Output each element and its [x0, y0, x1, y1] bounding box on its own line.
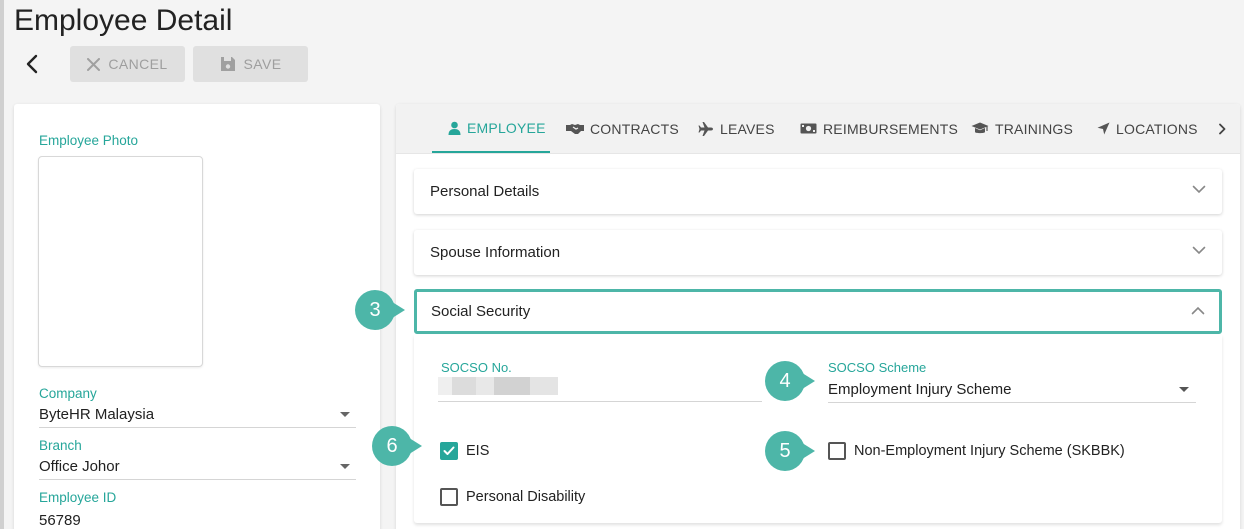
chevron-up-icon [1191, 306, 1205, 315]
checkbox-unchecked[interactable] [828, 442, 846, 460]
airplane-icon [698, 121, 713, 136]
employee-photo[interactable] [38, 156, 203, 367]
cancel-button-label: CANCEL [108, 56, 168, 72]
callout-6: 6 [372, 426, 422, 466]
chevron-down-icon [1192, 246, 1206, 255]
tab-leaves[interactable]: LEAVES [698, 104, 775, 153]
branch-value: Office Johor [39, 458, 120, 475]
skbbk-label: Non-Employment Injury Scheme (SKBBK) [854, 443, 1125, 459]
socso-no-input[interactable] [438, 377, 558, 395]
chevron-left-icon [26, 54, 38, 74]
socso-no-label: SOCSO No. [441, 360, 512, 375]
tab-employee[interactable]: EMPLOYEE [432, 104, 550, 153]
eis-checkbox[interactable]: EIS [440, 442, 489, 460]
tab-trainings-label: TRAININGS [995, 120, 1074, 137]
cancel-button[interactable]: CANCEL [70, 46, 185, 82]
check-icon [443, 446, 455, 455]
page-title: Employee Detail [14, 4, 233, 37]
eis-label: EIS [466, 443, 490, 459]
branch-label: Branch [39, 438, 82, 453]
tab-bar: EMPLOYEE CONTRACTS LEAVES REIMBURSEMENTS… [396, 104, 1240, 154]
employee-photo-label: Employee Photo [39, 133, 139, 148]
employee-id-value: 56789 [39, 512, 81, 529]
socso-scheme-label: SOCSO Scheme [828, 360, 927, 375]
tab-reimbursements[interactable]: REIMBURSEMENTS [800, 104, 958, 153]
floppy-disk-icon [220, 57, 235, 71]
personal-disability-label: Personal Disability [466, 489, 586, 505]
company-label: Company [39, 386, 97, 401]
chevron-right-icon [1219, 123, 1226, 135]
employee-id-label: Employee ID [39, 490, 117, 505]
tab-trainings[interactable]: TRAININGS [971, 104, 1073, 153]
graduation-cap-icon [971, 122, 989, 134]
save-button-label: SAVE [243, 56, 282, 72]
skbbk-checkbox[interactable]: Non-Employment Injury Scheme (SKBBK) [828, 442, 1125, 460]
tab-scroll-right-button[interactable] [1214, 119, 1230, 139]
company-value: ByteHR Malaysia [39, 406, 155, 423]
social-security-body: SOCSO No. SOCSO Scheme Employment Injury… [414, 335, 1222, 523]
panel-spouse-information[interactable]: Spouse Information [414, 230, 1222, 275]
callout-3-number: 3 [355, 290, 395, 330]
socso-scheme-select[interactable]: Employment Injury Scheme [828, 381, 1011, 398]
caret-down-icon [340, 464, 350, 469]
socso-no-underline [438, 401, 762, 402]
employee-detail-card: EMPLOYEE CONTRACTS LEAVES REIMBURSEMENTS… [396, 104, 1240, 529]
callout-4-number: 4 [765, 361, 805, 401]
checkbox-checked[interactable] [440, 442, 458, 460]
panel-social-security[interactable]: Social Security [414, 289, 1222, 334]
window-edge [0, 0, 4, 529]
save-button[interactable]: SAVE [193, 46, 308, 82]
money-icon [800, 123, 817, 134]
panel-personal-details-title: Personal Details [430, 183, 540, 200]
handshake-icon [566, 123, 584, 134]
company-select[interactable]: ByteHR Malaysia [39, 402, 356, 428]
callout-5-number: 5 [765, 431, 805, 471]
tab-locations[interactable]: LOCATIONS [1097, 104, 1198, 153]
personal-disability-checkbox[interactable]: Personal Disability [440, 488, 585, 506]
callout-3: 3 [355, 290, 405, 330]
panel-spouse-information-title: Spouse Information [430, 244, 561, 261]
back-button[interactable] [20, 50, 44, 78]
panel-social-security-title: Social Security [431, 303, 531, 320]
socso-scheme-underline [828, 402, 1196, 403]
person-icon [448, 121, 461, 135]
callout-5: 5 [765, 431, 815, 471]
caret-down-icon [340, 412, 350, 417]
chevron-down-icon [1192, 185, 1206, 194]
callout-4: 4 [765, 361, 815, 401]
tab-locations-label: LOCATIONS [1116, 120, 1198, 137]
location-arrow-icon [1097, 122, 1110, 135]
caret-down-icon [1179, 387, 1189, 392]
tab-contracts[interactable]: CONTRACTS [566, 104, 679, 153]
branch-select[interactable]: Office Johor [39, 454, 356, 480]
tab-leaves-label: LEAVES [720, 120, 775, 137]
tab-employee-label: EMPLOYEE [467, 119, 546, 136]
checkbox-unchecked[interactable] [440, 488, 458, 506]
close-icon [87, 57, 101, 71]
employee-summary-card: Employee Photo Company ByteHR Malaysia B… [14, 104, 380, 529]
tab-contracts-label: CONTRACTS [590, 120, 679, 137]
tab-reimbursements-label: REIMBURSEMENTS [823, 120, 959, 137]
panel-personal-details[interactable]: Personal Details [414, 169, 1222, 214]
callout-6-number: 6 [372, 426, 412, 466]
